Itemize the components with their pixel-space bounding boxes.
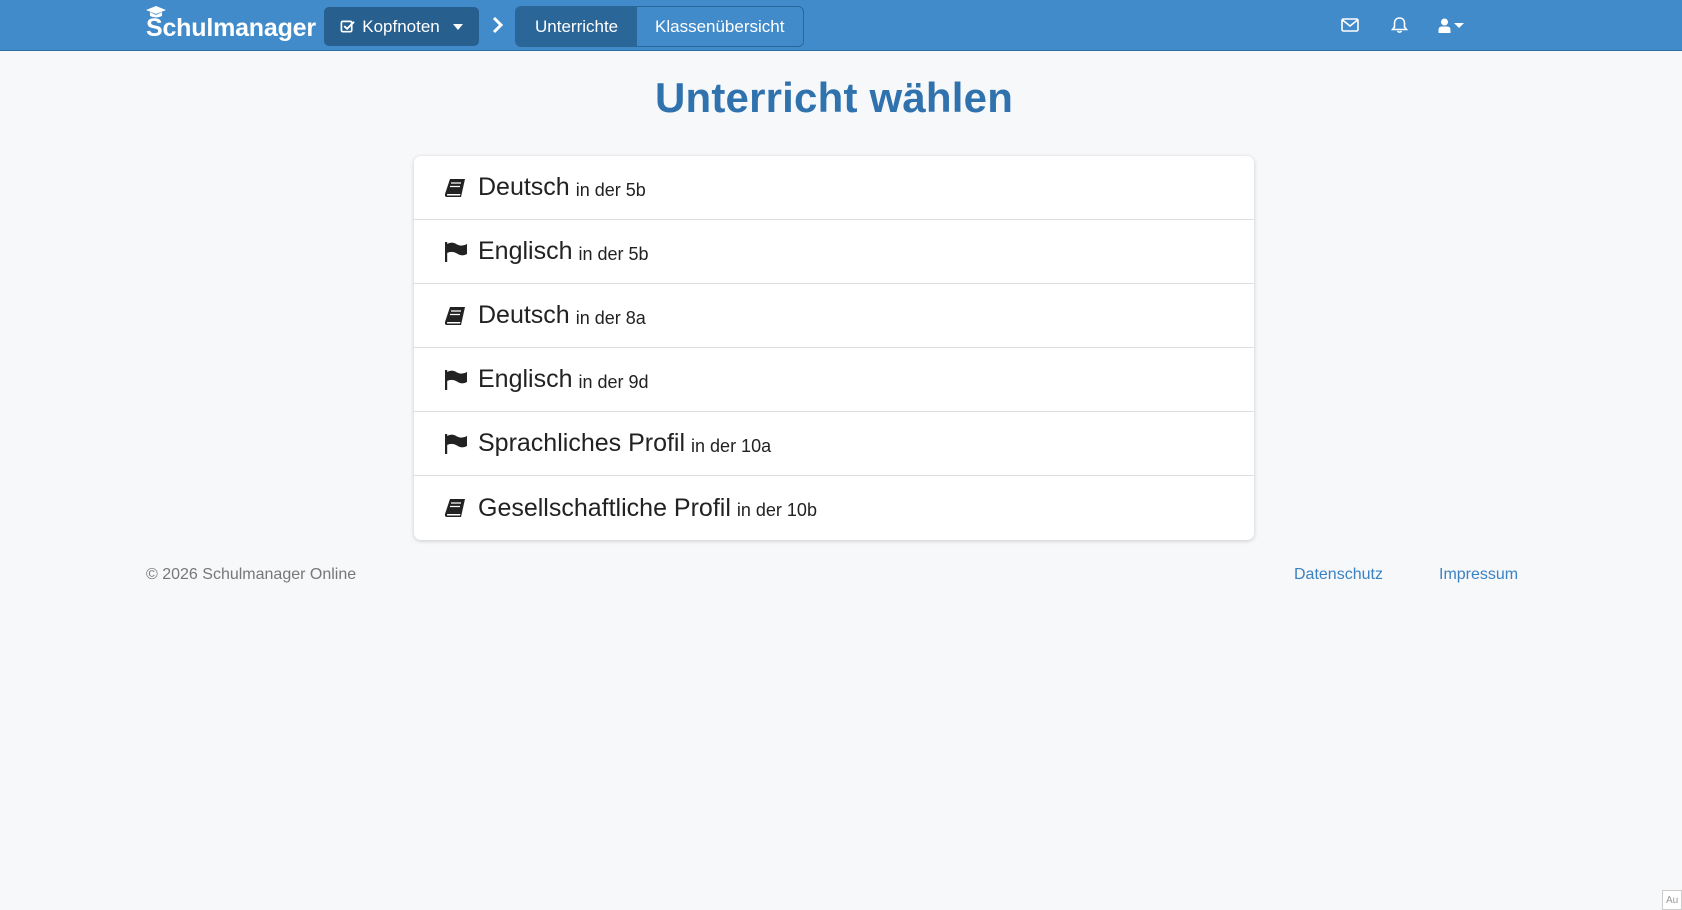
lesson-class: in der 5b	[578, 243, 649, 264]
list-item[interactable]: Gesellschaftliche Profil in der 10b	[414, 476, 1254, 540]
flag-icon	[444, 369, 468, 391]
user-icon	[1438, 18, 1451, 33]
list-item[interactable]: Sprachliches Profil in der 10a	[414, 412, 1254, 476]
book-icon	[444, 497, 468, 519]
view-switcher: Unterrichte Klassenübersicht	[515, 6, 804, 47]
flag-icon	[444, 241, 468, 263]
book-icon	[444, 305, 468, 327]
list-item[interactable]: Englisch in der 9d	[414, 348, 1254, 412]
kopfnoten-dropdown-button[interactable]: Kopfnoten	[324, 7, 479, 46]
book-icon	[444, 177, 468, 199]
list-item[interactable]: Deutsch in der 8a	[414, 284, 1254, 348]
tab-unterrichte[interactable]: Unterrichte	[516, 7, 637, 46]
lesson-subject: Englisch	[478, 365, 573, 393]
lesson-subject: Englisch	[478, 237, 573, 265]
user-menu-button[interactable]	[1435, 14, 1467, 36]
top-navbar: Schulmanager Kopfnoten Unterrichte Klass…	[0, 0, 1682, 51]
lesson-subject: Gesellschaftliche Profil	[478, 493, 731, 522]
tab-klassenuebersicht-label: Klassenübersicht	[655, 16, 785, 36]
brand-name: Schulmanager	[146, 13, 316, 42]
tab-unterrichte-label: Unterrichte	[535, 16, 619, 36]
impressum-link[interactable]: Impressum	[1439, 566, 1518, 584]
lesson-class: in der 8a	[575, 307, 646, 328]
check-square-icon	[340, 20, 355, 33]
list-item[interactable]: Englisch in der 5b	[414, 220, 1254, 284]
chevron-down-icon	[452, 23, 463, 30]
lesson-class: in der 5b	[575, 179, 646, 200]
list-item[interactable]: Deutsch in der 5b	[414, 156, 1254, 220]
copyright-text: © 2026 Schulmanager Online	[146, 566, 357, 583]
corner-tag: Au	[1662, 890, 1682, 910]
lesson-subject: Sprachliches Profil	[478, 429, 686, 457]
lesson-subject: Deutsch	[478, 301, 570, 329]
flag-icon	[444, 433, 468, 455]
envelope-icon[interactable]	[1339, 14, 1361, 36]
datenschutz-link[interactable]: Datenschutz	[1294, 566, 1383, 584]
chevron-down-icon	[1454, 22, 1464, 28]
page-title: Unterricht wählen	[654, 74, 1014, 121]
chevron-right-icon	[492, 16, 504, 34]
lesson-class: in der 10b	[736, 500, 817, 520]
kopfnoten-label: Kopfnoten	[362, 16, 440, 36]
bell-icon[interactable]	[1388, 14, 1410, 36]
graduation-cap-icon	[146, 6, 166, 18]
lesson-class: in der 9d	[578, 371, 649, 392]
lesson-subject: Deutsch	[478, 173, 570, 201]
brand-logo[interactable]: Schulmanager	[146, 6, 316, 42]
lesson-list: Deutsch in der 5b Englisch in der 5b Deu…	[414, 156, 1254, 540]
tab-klassenuebersicht[interactable]: Klassenübersicht	[637, 7, 803, 46]
lesson-class: in der 10a	[691, 435, 772, 456]
